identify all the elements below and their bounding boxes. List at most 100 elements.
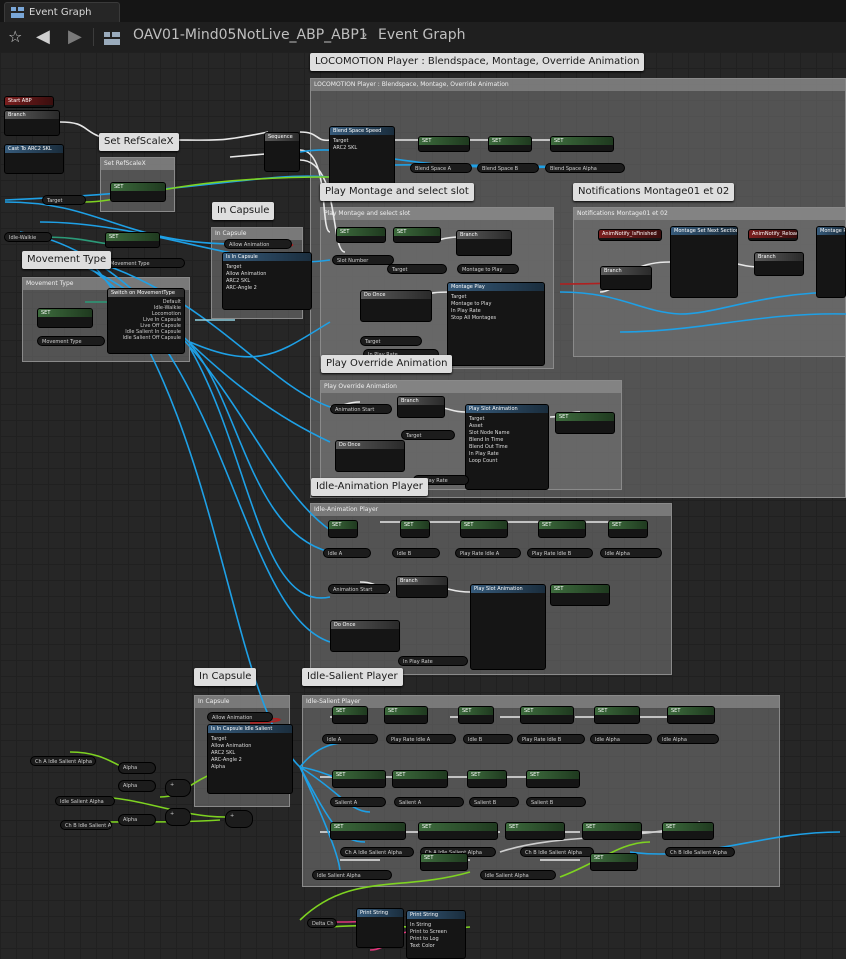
getter-node[interactable]: Movement Type <box>105 258 185 268</box>
add-node[interactable]: + <box>165 808 191 826</box>
getter-node[interactable]: Salient B <box>526 797 586 807</box>
getter-node[interactable]: Ch A Idle Salient Alpha <box>30 756 96 766</box>
getter-node[interactable]: Idle Alpha <box>600 548 662 558</box>
comment-bubble-idle-animation[interactable]: Idle-Animation Player <box>311 478 428 496</box>
comment-bubble-play-override[interactable]: Play Override Animation <box>321 355 453 373</box>
getter-node[interactable]: Blend Space B <box>477 163 539 173</box>
set-node-play-rate-idle-b[interactable]: SET <box>538 520 586 538</box>
set-node-animation-start[interactable]: SET <box>555 412 615 434</box>
comment-bubble-movement-type[interactable]: Movement Type <box>22 251 112 269</box>
getter-node[interactable]: Allow Animation <box>224 239 292 249</box>
set-node[interactable]: SET <box>667 706 715 724</box>
getter-node[interactable]: Salient B <box>469 797 519 807</box>
getter-node[interactable]: Idle Alpha <box>657 734 719 744</box>
set-node[interactable]: SET <box>467 770 507 788</box>
set-node-idle-alpha[interactable]: SET <box>608 520 648 538</box>
function-node-play-slot-animation[interactable]: Play Slot Animation Target Asset Slot Nod… <box>465 404 549 490</box>
set-node-play-rate-idle-a[interactable]: SET <box>460 520 508 538</box>
getter-node[interactable]: Idle-Walkie <box>4 232 52 242</box>
getter-node[interactable]: Play Rate Idle B <box>517 734 585 744</box>
set-node[interactable]: SET <box>520 706 574 724</box>
comment-bubble-in-capsule-2[interactable]: In Capsule <box>194 668 257 686</box>
set-node-idle-a[interactable]: SET <box>328 520 358 538</box>
getter-node[interactable]: Allow Animation <box>207 712 273 722</box>
breadcrumb-event-graph[interactable]: Event Graph <box>378 27 466 43</box>
getter-node[interactable]: Play Rate Idle B <box>527 548 593 558</box>
getter-node[interactable]: Delta Ch <box>307 918 337 928</box>
star-icon[interactable]: ☆ <box>8 27 22 47</box>
function-node-print-string[interactable]: Print String In String Print to Screen Pr… <box>406 910 466 959</box>
getter-node[interactable]: Idle B <box>392 548 440 558</box>
sequence-node[interactable]: Sequence <box>264 132 300 172</box>
set-node[interactable]: SET <box>330 822 406 840</box>
getter-node[interactable]: Target <box>401 430 455 440</box>
set-node[interactable]: SET <box>332 706 368 724</box>
comment-bubble-play-montage[interactable]: Play Montage and select slot <box>320 183 474 201</box>
getter-node[interactable]: Target <box>42 195 86 205</box>
function-node-montage[interactable]: Montage Play <box>816 226 846 298</box>
getter-node[interactable]: Salient A <box>394 797 464 807</box>
getter-node[interactable]: Idle Salient Alpha <box>312 870 392 880</box>
set-node[interactable]: SET <box>458 706 494 724</box>
event-node-anim-notify[interactable]: AnimNotify_IsFinished <box>598 229 662 241</box>
branch-node[interactable]: Branch <box>456 230 512 256</box>
graph-canvas[interactable]: LOCOMOTION Player : Blendspace, Montage,… <box>0 52 846 959</box>
branch-node[interactable]: Branch <box>4 110 60 136</box>
set-node[interactable]: SET <box>418 822 498 840</box>
function-node-blend-space-speed[interactable]: Blend Space Speed Target ARC2 SKL <box>329 126 395 188</box>
do-once-node[interactable]: Do Once <box>360 290 432 322</box>
branch-node[interactable]: Branch <box>396 576 448 598</box>
set-node[interactable]: SET <box>582 822 642 840</box>
getter-node[interactable]: Idle Salient Alpha <box>55 796 115 806</box>
comment-bubble-set-refscalex[interactable]: Set RefScaleX <box>99 133 179 151</box>
getter-node[interactable]: Idle A <box>323 548 371 558</box>
set-node-movement-type[interactable]: SET <box>37 308 93 328</box>
set-node-blend-space-a[interactable]: SET <box>418 136 470 152</box>
comment-bubble-in-capsule[interactable]: In Capsule <box>212 202 275 220</box>
getter-node[interactable]: Play Rate Idle A <box>386 734 456 744</box>
math-node[interactable]: Alpha <box>118 814 156 826</box>
getter-node[interactable]: Blend Space Alpha <box>545 163 625 173</box>
math-node[interactable]: Alpha <box>118 780 156 792</box>
set-node-slot-number[interactable]: SET <box>336 227 386 243</box>
comment-bubble-notifications[interactable]: Notifications Montage01 et 02 <box>573 183 735 201</box>
event-node-anim-notify[interactable]: AnimNotify_Reload <box>748 229 798 241</box>
getter-node[interactable]: Ch B Idle Salient Alpha <box>60 820 112 830</box>
getter-node[interactable]: Montage to Play <box>457 264 519 274</box>
set-node-blend-space-alpha[interactable]: SET <box>550 136 614 152</box>
add-node[interactable]: + <box>165 779 191 797</box>
getter-node[interactable]: Idle B <box>463 734 513 744</box>
breadcrumb-blueprint[interactable]: OAV01-Mind05NotLive_ABP_ABP1 <box>133 27 368 43</box>
cast-node[interactable]: Cast To ARC2 SKL <box>4 144 64 174</box>
getter-node[interactable]: In Play Rate <box>398 656 468 666</box>
getter-node[interactable]: Idle Salient Alpha <box>480 870 556 880</box>
set-node[interactable]: SET <box>662 822 714 840</box>
getter-node[interactable]: Ch B Idle Salient Alpha <box>665 847 735 857</box>
function-node-montage-set-next-section[interactable]: Montage Set Next Section <box>670 226 738 298</box>
set-node-blend-space-b[interactable]: SET <box>488 136 532 152</box>
set-node-delta-ch[interactable]: SET <box>420 853 468 871</box>
getter-node[interactable]: Play Rate Idle A <box>455 548 521 558</box>
getter-node[interactable]: Blend Space A <box>410 163 472 173</box>
branch-node[interactable]: Branch <box>397 396 445 418</box>
set-node[interactable]: SET <box>505 822 565 840</box>
function-node-is-in-capsule-idle-salient[interactable]: Is In Capsule Idle Salient Target Allow A… <box>207 724 293 794</box>
switch-node-movement-type[interactable]: Switch on MovementType Default Idle-Walki… <box>107 288 185 354</box>
function-node-print-string[interactable]: Print String <box>356 908 404 948</box>
getter-node[interactable]: Salient A <box>330 797 386 807</box>
set-node[interactable]: SET <box>332 770 386 788</box>
getter-node[interactable]: Animation Start <box>330 404 392 414</box>
comment-bubble-idle-salient[interactable]: Idle-Salient Player <box>302 668 403 686</box>
math-node[interactable]: Alpha <box>118 762 156 774</box>
set-node[interactable]: SET <box>384 706 428 724</box>
getter-node[interactable]: Target <box>387 264 447 274</box>
set-node-refscalex[interactable]: SET <box>110 182 166 202</box>
getter-node-movement-type[interactable]: Movement Type <box>37 336 105 346</box>
comment-bubble-locomotion[interactable]: LOCOMOTION Player : Blendspace, Montage,… <box>310 53 645 71</box>
function-node-montage-play[interactable]: Montage Play Target Montage to Play In Pl… <box>447 282 545 366</box>
function-node-play-slot-animation[interactable]: Play Slot Animation <box>470 584 546 670</box>
function-node-is-in-capsule[interactable]: Is In Capsule Target Allow Animation ARC2… <box>222 252 312 310</box>
getter-node[interactable]: Animation Start <box>328 584 390 594</box>
set-node[interactable]: SET <box>594 706 640 724</box>
getter-node[interactable]: Ch B Idle Salient Alpha <box>520 847 594 857</box>
